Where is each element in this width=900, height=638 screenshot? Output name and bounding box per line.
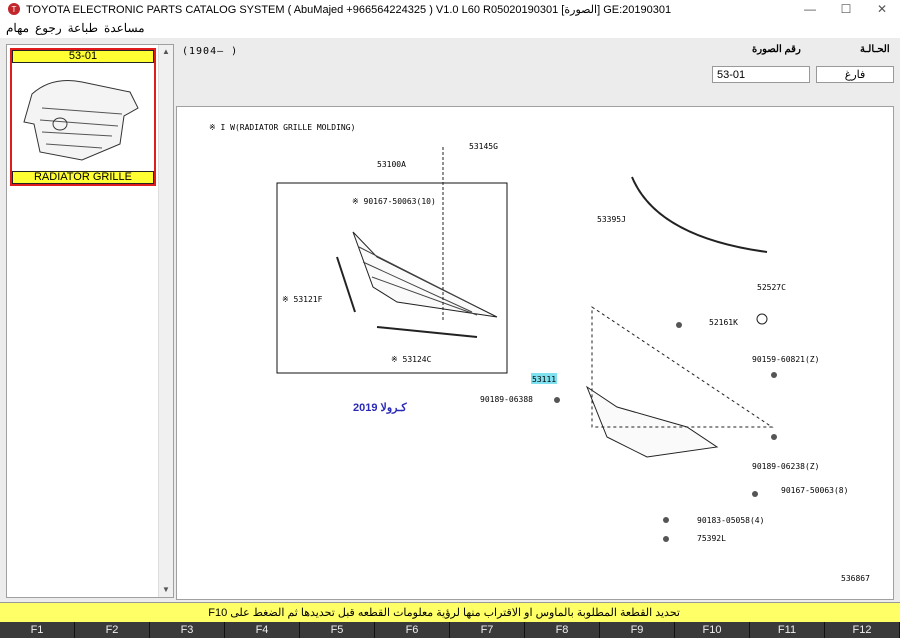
function-keys-bar: F1 F2 F3 F4 F5 F6 F7 F8 F9 F10 F11 F12 [0,622,900,638]
image-no-field[interactable]: 53-01 [712,66,810,83]
thumbnail-card[interactable]: 53-01 RADIATOR GRILLE [10,48,156,186]
menu-print[interactable]: طباعة [68,21,98,35]
part-label: 90167-50063(8) [781,486,848,495]
info-panel: (1904– ) رقم الصورة الحـالـة 53-01 فارغ [176,38,900,104]
f4-key[interactable]: F4 [225,622,300,638]
scroll-up-arrow-icon[interactable]: ▲ [159,45,173,59]
part-label: 90159-60821(Z) [752,355,819,364]
molding-left-shape [336,256,356,313]
f5-key[interactable]: F5 [300,622,375,638]
f9-key[interactable]: F9 [600,622,675,638]
part-label: 52527C [757,283,786,292]
window-title: TOYOTA ELECTRONIC PARTS CATALOG SYSTEM (… [26,3,672,16]
f12-key[interactable]: F12 [825,622,900,638]
status-bar: تحديد القطعة المطلوبة بالماوس او الاقترا… [0,602,900,622]
part-label: ※ 53121F [282,295,323,304]
main-area: 53-01 RADIATOR GRILLE ▲ ▼ (1904– ) رقم ا… [0,38,900,602]
status-field[interactable]: فارغ [816,66,894,83]
part-label: 90189-06388 [480,395,533,404]
scroll-down-arrow-icon[interactable]: ▼ [159,583,173,597]
part-label: ※ 53124C [391,355,432,364]
thumbnail-caption: RADIATOR GRILLE [12,171,154,184]
part-label-selected[interactable]: 53111 [532,375,556,384]
menu-bar: مهام رجوع طباعة مساعدة [0,18,900,38]
f8-key[interactable]: F8 [525,622,600,638]
left-scrollbar[interactable]: ▲ ▼ [158,45,173,597]
part-label: 52161K [709,318,738,327]
part-label: 53100A [377,160,406,169]
f10-key[interactable]: F10 [675,622,750,638]
f7-key[interactable]: F7 [450,622,525,638]
thumbnail-code: 53-01 [12,50,154,63]
diagram-note: ※ I W(RADIATOR GRILLE MOLDING) [209,123,355,132]
grille-shape [352,231,498,318]
minimize-button[interactable]: — [792,2,828,16]
f6-key[interactable]: F6 [375,622,450,638]
toyota-logo-icon: T [8,3,20,15]
status-label: الحـالـة [860,44,890,55]
part-label: 90183-05058(4) [697,516,764,525]
part-label: 75392L [697,534,726,543]
figure-number: 536867 [841,574,870,583]
menu-back[interactable]: رجوع [35,21,62,35]
menu-help[interactable]: مساعدة [104,21,145,35]
title-bar: T TOYOTA ELECTRONIC PARTS CATALOG SYSTEM… [0,0,900,18]
parts-diagram[interactable]: ※ I W(RADIATOR GRILLE MOLDING) 53145G 53… [176,106,894,600]
fastener-shape [676,322,682,328]
bracket-shape [585,385,719,458]
diagram-canvas: ※ I W(RADIATOR GRILLE MOLDING) 53145G 53… [209,123,870,583]
f11-key[interactable]: F11 [750,622,825,638]
handwritten-annotation: كـرولا 2019 [353,402,407,414]
clip-shape [756,313,768,325]
f1-key[interactable]: F1 [0,622,75,638]
molding-lower-shape [376,326,478,338]
part-label: 53395J [597,215,626,224]
maximize-button[interactable]: ☐ [828,2,864,16]
part-label: 53145G [469,142,498,151]
image-no-label: رقم الصورة [752,44,801,55]
thumbnail-pane: 53-01 RADIATOR GRILLE ▲ ▼ [6,44,174,598]
f3-key[interactable]: F3 [150,622,225,638]
menu-tasks[interactable]: مهام [6,21,29,35]
f2-key[interactable]: F2 [75,622,150,638]
upper-molding-shape [631,176,768,253]
model-range: (1904– ) [182,46,239,57]
close-button[interactable]: ✕ [864,2,900,16]
grille-thumbnail-image [23,80,139,161]
part-label: ※ 90167-50063(10) [352,197,436,206]
part-label: 90189-06238(Z) [752,462,819,471]
